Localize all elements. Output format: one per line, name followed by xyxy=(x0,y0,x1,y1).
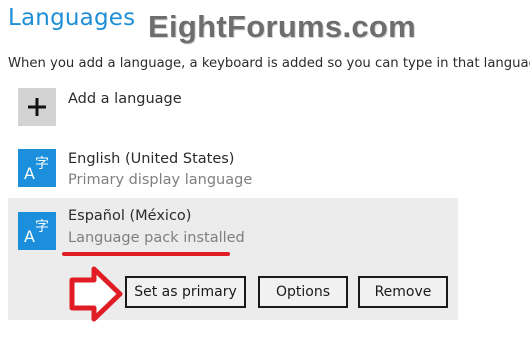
language-item-english[interactable]: A 字 English (United States) Primary disp… xyxy=(8,143,518,193)
plus-icon xyxy=(28,98,46,116)
watermark: EightForums.com xyxy=(148,9,417,44)
annotation-underline xyxy=(62,252,230,256)
language-a-zi-icon: A 字 xyxy=(24,156,49,183)
language-name: Español (México) xyxy=(68,208,192,224)
add-language-label[interactable]: Add a language xyxy=(68,91,182,107)
language-tile: A 字 xyxy=(18,212,56,250)
add-language-row[interactable]: Add a language xyxy=(8,86,518,132)
svg-text:A: A xyxy=(24,164,35,183)
language-name: English (United States) xyxy=(68,151,235,167)
svg-text:A: A xyxy=(24,227,35,246)
add-language-tile[interactable] xyxy=(18,88,56,126)
set-as-primary-button[interactable]: Set as primary xyxy=(125,276,246,308)
remove-button[interactable]: Remove xyxy=(358,276,448,308)
options-button[interactable]: Options xyxy=(258,276,348,308)
svg-text:字: 字 xyxy=(35,156,49,172)
language-status: Primary display language xyxy=(68,172,253,188)
language-tile: A 字 xyxy=(18,149,56,187)
language-a-zi-icon: A 字 xyxy=(24,219,49,246)
language-status: Language pack installed xyxy=(68,230,245,246)
page-title: Languages xyxy=(8,5,136,31)
svg-text:字: 字 xyxy=(35,219,49,235)
annotation-arrow-icon xyxy=(69,266,123,322)
description-text: When you add a language, a keyboard is a… xyxy=(8,56,530,71)
